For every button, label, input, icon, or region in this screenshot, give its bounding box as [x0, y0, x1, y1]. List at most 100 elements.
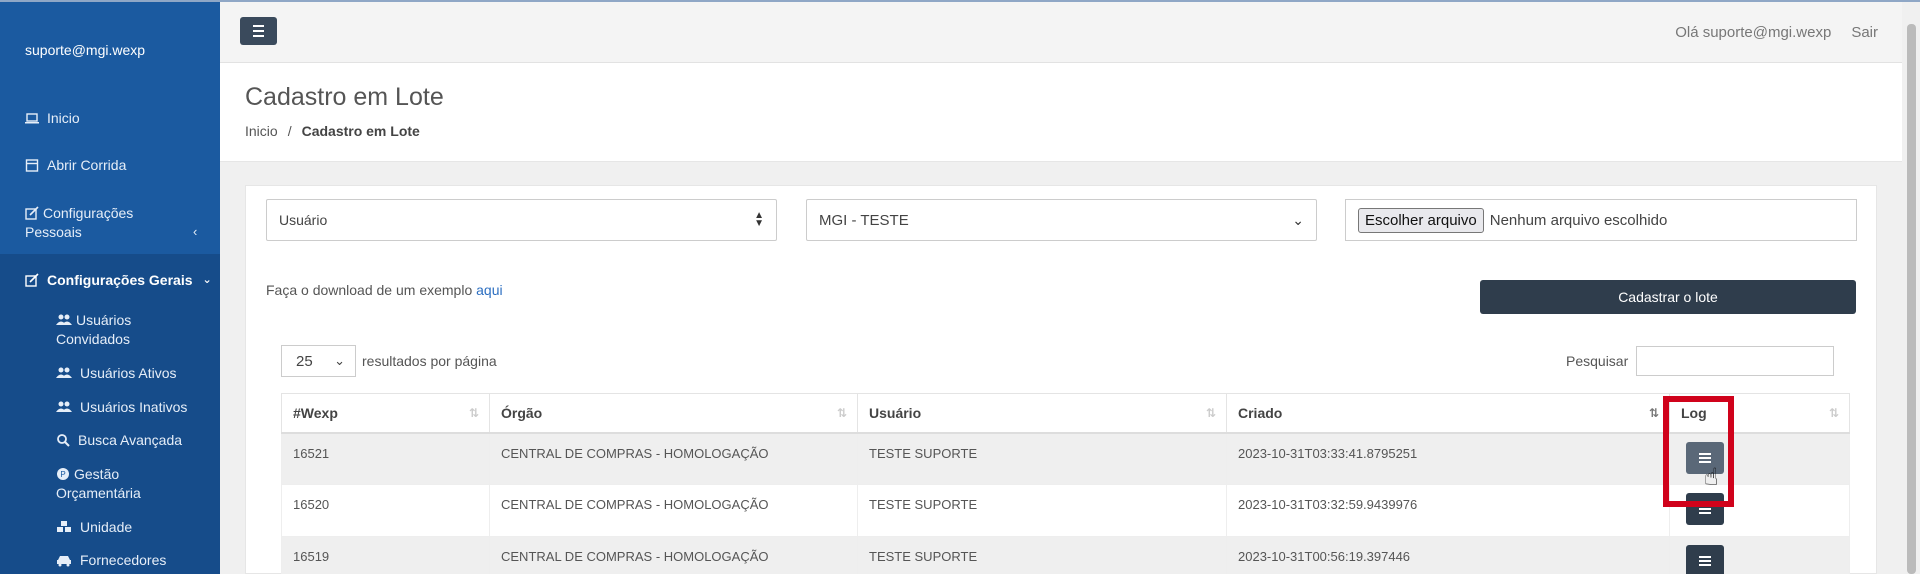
col-header-orgao[interactable]: Órgão ⇅	[489, 393, 858, 434]
submit-batch-button[interactable]: Cadastrar o lote	[1480, 280, 1856, 314]
sidebar-subitem-label: Busca Avançada	[78, 432, 183, 448]
chevron-down-icon: ⌄	[1292, 211, 1304, 228]
laptop-icon	[25, 113, 39, 124]
col-header-label: Usuário	[869, 404, 922, 421]
list-icon	[1699, 556, 1711, 558]
chevron-down-icon: ⌄	[202, 274, 212, 286]
user-menu: Olá suporte@mgi.wexp Sair	[1675, 24, 1878, 41]
table-row: 16521 CENTRAL DE COMPRAS - HOMOLOGAÇÃO T…	[281, 432, 1850, 485]
org-select-value: MGI - TESTE	[819, 211, 909, 229]
car-icon	[57, 556, 71, 567]
file-input[interactable]: Escolher arquivo Nenhum arquivo escolhid…	[1345, 199, 1857, 241]
col-header-label: Órgão	[501, 404, 543, 421]
cell-user: TESTE SUPORTE	[857, 432, 1227, 485]
sidebar-subitem-label: Usuários Inativos	[80, 399, 188, 415]
svg-text:P: P	[60, 470, 65, 479]
users-icon	[56, 401, 72, 412]
col-header-label: #Wexp	[293, 404, 338, 421]
list-icon-line	[1699, 560, 1711, 562]
col-header-label: Criado	[1238, 404, 1283, 421]
batch-upload-card: Usuário ▲ ▼ MGI - TESTE ⌄ Escolher arquiv…	[245, 185, 1877, 574]
breadcrumb-home-link[interactable]: Inicio	[245, 123, 278, 139]
sidebar-item-config-gerais[interactable]: Configurações Gerais ⌄	[25, 271, 212, 290]
user-greeting: Olá suporte@mgi.wexp	[1675, 24, 1832, 41]
sidebar-subitem-fornecedores[interactable]: Fornecedores	[56, 551, 166, 570]
type-select[interactable]: Usuário ▲ ▼	[266, 199, 777, 241]
logout-link[interactable]: Sair	[1851, 24, 1878, 41]
table-row: 16519 CENTRAL DE COMPRAS - HOMOLOGAÇÃO T…	[281, 536, 1850, 574]
sidebar-subitem-usuarios-convidados[interactable]: Usuários Convidados	[56, 311, 176, 349]
table-header-row: #Wexp ⇅ Órgão ⇅ Usuário ⇅ Criado ⇅ Log ⇅	[281, 393, 1850, 434]
cell-id: 16520	[281, 484, 490, 537]
cell-user: TESTE SUPORTE	[857, 484, 1227, 537]
sort-icon: ⇅	[1205, 406, 1216, 420]
sidebar-user-email: suporte@mgi.wexp	[25, 42, 146, 58]
cell-org: CENTRAL DE COMPRAS - HOMOLOGAÇÃO	[489, 484, 858, 537]
cell-org: CENTRAL DE COMPRAS - HOMOLOGAÇÃO	[489, 432, 858, 485]
cell-user: TESTE SUPORTE	[857, 536, 1227, 574]
sidebar-item-label: Inicio	[47, 110, 80, 126]
sidebar-item-inicio[interactable]: Inicio	[25, 109, 80, 128]
cell-created: 2023-10-31T00:56:19.397446	[1226, 536, 1670, 574]
cell-org: CENTRAL DE COMPRAS - HOMOLOGAÇÃO	[489, 536, 858, 574]
menu-icon-line	[253, 35, 264, 37]
page-size-label: resultados por página	[362, 353, 497, 369]
sort-icon: ⇅	[468, 406, 479, 420]
view-log-button[interactable]	[1686, 545, 1724, 574]
sidebar-subitem-unidade[interactable]: Unidade	[56, 518, 132, 537]
edit-icon	[25, 206, 39, 220]
page-size-value: 25	[296, 352, 313, 370]
menu-icon	[253, 25, 264, 27]
breadcrumb: Inicio / Cadastro em Lote	[245, 123, 420, 139]
edit-icon	[25, 273, 39, 287]
coin-icon: P	[57, 468, 69, 480]
sidebar-subitem-usuarios-ativos[interactable]: Usuários Ativos	[56, 364, 176, 383]
cell-created: 2023-10-31T03:32:59.9439976	[1226, 484, 1670, 537]
top-bar: Olá suporte@mgi.wexp Sair	[220, 2, 1902, 63]
sidebar: suporte@mgi.wexp Inicio Abrir Corrida Co…	[0, 2, 220, 574]
chevron-left-icon[interactable]: ‹	[193, 224, 197, 239]
highlight-box	[1663, 396, 1734, 507]
search-icon	[57, 434, 70, 447]
users-icon	[56, 314, 72, 325]
chevron-down-icon: ⌄	[334, 353, 345, 368]
org-select[interactable]: MGI - TESTE ⌄	[806, 199, 1317, 241]
sort-icon: ⇅	[836, 406, 847, 420]
col-header-criado[interactable]: Criado ⇅	[1226, 393, 1670, 434]
sidebar-subitem-label: Usuários Convidados	[56, 311, 176, 349]
choose-file-button[interactable]: Escolher arquivo	[1358, 207, 1484, 233]
calendar-icon	[25, 159, 39, 172]
sidebar-item-text: Configurações Pessoais	[25, 205, 134, 240]
sidebar-item-config-pessoais[interactable]: Configurações Pessoais	[25, 204, 185, 242]
page-size-control: 25 ⌄ resultados por página	[281, 345, 497, 377]
sidebar-subitem-busca-avancada[interactable]: Busca Avançada	[56, 431, 182, 450]
type-select-value: Usuário	[279, 212, 328, 228]
scrollbar-thumb[interactable]	[1907, 24, 1916, 574]
sidebar-subitem-gestao-orcamentaria[interactable]: P Gestão Orçamentária	[56, 465, 176, 503]
page-scrollbar[interactable]	[1902, 2, 1920, 574]
users-icon	[56, 367, 72, 378]
menu-icon-line	[253, 30, 264, 32]
sort-desc-icon: ⇅	[1648, 406, 1659, 420]
page-title: Cadastro em Lote	[245, 83, 444, 111]
breadcrumb-separator: /	[287, 123, 292, 139]
sidebar-item-abrir-corrida[interactable]: Abrir Corrida	[25, 156, 126, 175]
hamburger-menu-button[interactable]	[240, 17, 277, 45]
cell-id: 16519	[281, 536, 490, 574]
breadcrumb-current: Cadastro em Lote	[301, 123, 420, 139]
col-header-usuario[interactable]: Usuário ⇅	[857, 393, 1227, 434]
cell-log	[1669, 536, 1850, 574]
search-input[interactable]	[1636, 346, 1835, 376]
table-search: Pesquisar	[1566, 346, 1835, 376]
file-status: Nenhum arquivo escolhido	[1489, 211, 1668, 229]
sidebar-item-label: Configurações Pessoais	[25, 204, 185, 242]
hand-pointer-icon: ☝	[1704, 464, 1719, 491]
sidebar-subitem-usuarios-inativos[interactable]: Usuários Inativos	[56, 398, 187, 417]
sidebar-item-label: Abrir Corrida	[47, 157, 127, 173]
sidebar-subitem-label: P Gestão Orçamentária	[56, 465, 176, 503]
page-size-select[interactable]: 25 ⌄	[281, 345, 356, 377]
list-icon-line	[1699, 508, 1711, 510]
download-example-link[interactable]: aqui	[476, 282, 502, 298]
col-header-wexp[interactable]: #Wexp ⇅	[281, 393, 490, 434]
sidebar-subitem-label: Unidade	[80, 519, 133, 535]
